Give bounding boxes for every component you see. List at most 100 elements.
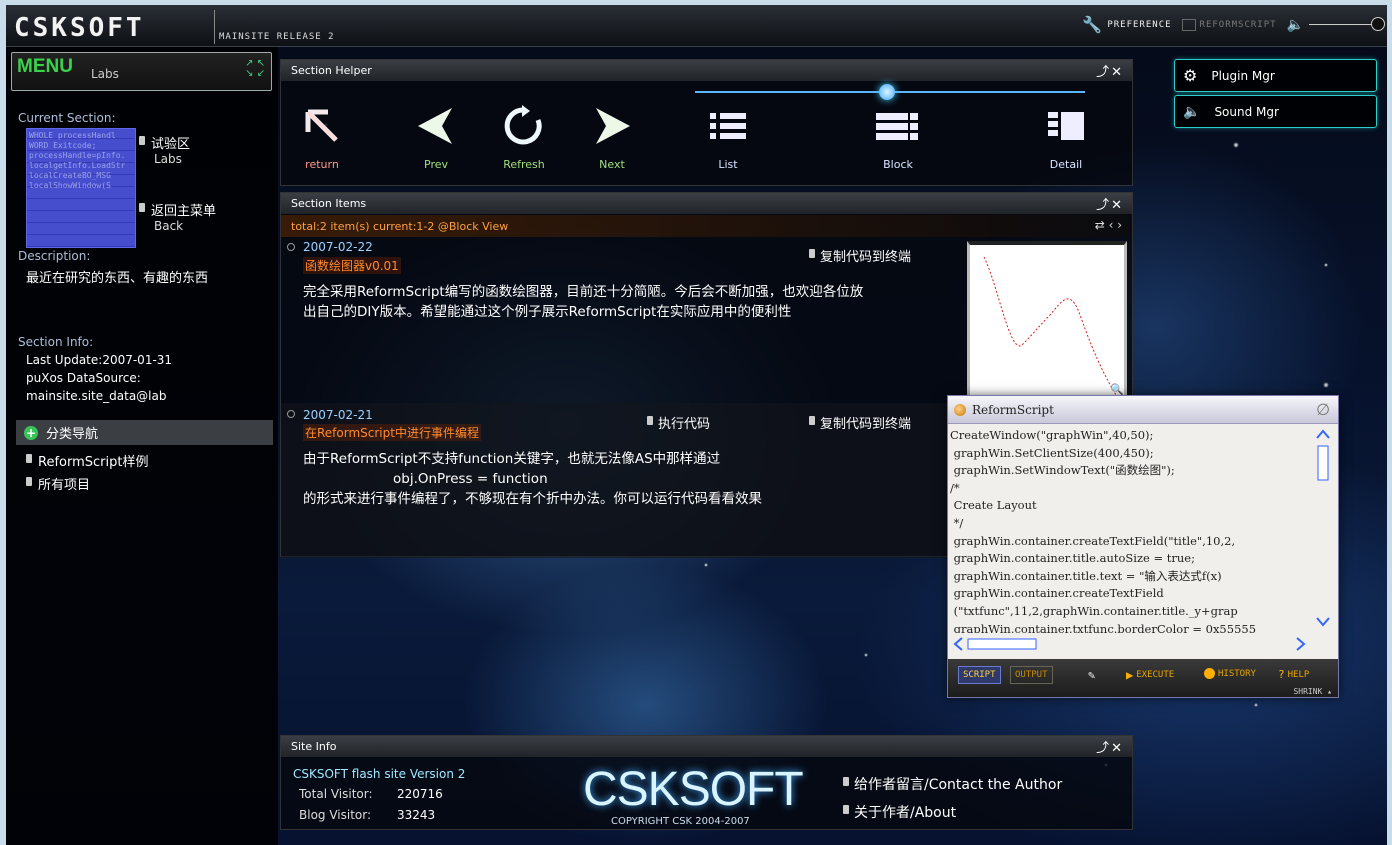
- preference-label: PREFERENCE: [1107, 19, 1172, 30]
- about-link[interactable]: 关于作者/About: [843, 802, 956, 822]
- next-label: Next: [599, 158, 625, 171]
- help-icon: ?: [1278, 668, 1285, 681]
- list-label: List: [718, 158, 738, 171]
- execute-label: EXECUTE: [1136, 670, 1175, 680]
- plugin-manager-label: Plugin Mgr: [1211, 68, 1275, 83]
- prev-label: Prev: [424, 158, 448, 171]
- bullet-icon: [647, 416, 653, 425]
- script-tab[interactable]: SCRIPT: [958, 666, 1001, 684]
- section-info-label: Section Info:: [18, 335, 94, 349]
- copy-code-label: 复制代码到终端: [820, 250, 912, 265]
- contact-link[interactable]: 给作者留言/Contact the Author: [843, 774, 1062, 794]
- bullet-icon: [139, 203, 145, 212]
- prev-button[interactable]: Prev: [401, 98, 471, 171]
- history-button[interactable]: HISTORY: [1204, 668, 1256, 679]
- reformscript-title: ReformScript: [972, 402, 1054, 417]
- item-description-line: 由于ReformScript不支持function关键字，也就无法像AS中那样通…: [303, 451, 721, 467]
- code-line: graphWin.container.title.autoSize = true…: [950, 551, 1195, 566]
- item-marker-icon: [287, 410, 295, 418]
- category-label: ReformScript样例: [38, 455, 149, 470]
- refresh-button[interactable]: Refresh: [489, 98, 559, 171]
- summary-bar: total:2 item(s) current:1-2 @Block View …: [281, 215, 1132, 237]
- volume-slider[interactable]: [1309, 17, 1385, 31]
- plugin-manager-button[interactable]: ⚙ Plugin Mgr: [1174, 59, 1377, 92]
- section-link[interactable]: 试验区: [139, 133, 190, 152]
- item-title-link[interactable]: 在ReformScript中进行事件编程: [303, 424, 481, 441]
- datasource-value: mainsite.site_data@lab: [26, 389, 167, 403]
- paging-icon[interactable]: ⇄ ‹ ›: [1095, 218, 1122, 232]
- code-line: /*: [950, 480, 960, 495]
- preference-button[interactable]: 🔧 PREFERENCE: [1082, 15, 1171, 34]
- expand-icon[interactable]: ↗ ↖ ↘ ↙: [245, 59, 265, 79]
- run-code-button[interactable]: 执行代码: [647, 413, 710, 432]
- volume-control[interactable]: 🔈: [1287, 17, 1385, 33]
- detail-label: Detail: [1049, 158, 1083, 171]
- left-panel: MENU Labs ↗ ↖ ↘ ↙ Current Section: WHOLE …: [6, 47, 278, 845]
- code-editor[interactable]: CreateWindow("graphWin",40,50); graphWin…: [950, 427, 1312, 633]
- back-link[interactable]: 返回主菜单: [139, 200, 216, 219]
- block-view-button[interactable]: Block: [863, 98, 933, 171]
- eraser-icon: ✎: [1088, 668, 1096, 682]
- output-tab[interactable]: OUTPUT: [1010, 666, 1053, 684]
- bullet-icon: [139, 136, 145, 145]
- menu-button[interactable]: MENU Labs ↗ ↖ ↘ ↙: [11, 52, 272, 91]
- total-visitor-count: 220716: [397, 787, 443, 801]
- copy-code-button[interactable]: 复制代码到终端: [809, 413, 911, 432]
- sound-manager-button[interactable]: 🔈 Sound Mgr: [1174, 95, 1377, 128]
- horizontal-scrollbar[interactable]: [952, 636, 1312, 652]
- detail-view-button[interactable]: Detail: [1031, 98, 1101, 171]
- reformscript-window[interactable]: ReformScript ∅ CreateWindow("graphWin",4…: [947, 395, 1339, 698]
- vertical-scrollbar[interactable]: [1316, 428, 1330, 628]
- close-icon[interactable]: ∅: [1316, 400, 1330, 419]
- item-title-link[interactable]: 函数绘图器v0.01: [303, 257, 401, 274]
- execute-button[interactable]: ▶ EXECUTE: [1126, 668, 1174, 682]
- item-date: 2007-02-21: [303, 408, 373, 422]
- return-button[interactable]: return: [287, 98, 357, 171]
- volume-knob[interactable]: [1371, 17, 1385, 31]
- terminal-icon: [1181, 18, 1196, 31]
- copy-code-button[interactable]: 复制代码到终端: [809, 246, 911, 265]
- description-text: 最近在研究的东西、有趣的东西: [26, 271, 209, 286]
- gear-icon: ⚙: [1183, 66, 1198, 85]
- eraser-button[interactable]: ✎: [1088, 668, 1095, 682]
- copy-code-label: 复制代码到终端: [820, 417, 912, 432]
- code-line: */: [950, 515, 964, 530]
- return-label: return: [305, 158, 339, 171]
- item-preview-image[interactable]: 🔍: [967, 241, 1127, 399]
- next-arrow-icon: [577, 98, 647, 154]
- bullet-icon: [843, 805, 849, 814]
- panel-controls[interactable]: ⤴✕: [1096, 737, 1124, 756]
- return-arrow-icon: [287, 98, 357, 154]
- code-line: graphWin.SetWindowText("函数绘图");: [950, 463, 1175, 478]
- item-description-line: 的形式来进行事件编程了，不够现在有个折中办法。你可以运行代码看看效果: [303, 491, 762, 507]
- item-description-line: 完全采用ReformScript编写的函数绘图器，目前还十分简陋。今后会不断加强…: [303, 284, 864, 300]
- site-logo: CSKSOFT: [14, 13, 145, 43]
- description-label: Description:: [18, 249, 91, 263]
- play-icon: ▶: [1126, 668, 1134, 682]
- category-nav-label: 分类导航: [46, 427, 99, 442]
- reformscript-button[interactable]: REFORMSCRIPT: [1181, 18, 1277, 31]
- panel-controls[interactable]: ⤴✕: [1096, 61, 1124, 80]
- section-items-title: Section Items: [281, 193, 1132, 214]
- bullet-icon: [809, 416, 815, 425]
- item-marker-icon: [287, 243, 295, 251]
- category-item[interactable]: 所有项目: [26, 474, 90, 493]
- panel-controls[interactable]: ⤴✕: [1096, 194, 1124, 213]
- list-view-button[interactable]: List: [693, 98, 763, 171]
- reformscript-titlebar[interactable]: ReformScript ∅: [948, 396, 1338, 424]
- top-nav: 🔧 PREFERENCE REFORMSCRIPT 🔈: [1082, 15, 1385, 34]
- help-button[interactable]: ? HELP: [1278, 668, 1309, 681]
- site-info-panel: Site Info ⤴✕ CSKSOFT flash site Version …: [280, 735, 1133, 830]
- category-item[interactable]: ReformScript样例: [26, 451, 148, 470]
- category-label: 所有项目: [38, 478, 91, 493]
- section-thumbnail: WHOLE processHandl WORD Exitcode; proces…: [26, 128, 136, 248]
- item-description-line: obj.OnPress = function: [393, 471, 548, 487]
- history-label: HISTORY: [1218, 668, 1256, 679]
- category-nav-header[interactable]: + 分类导航: [16, 420, 273, 445]
- history-icon: [1204, 668, 1215, 679]
- last-update: Last Update:2007-01-31: [26, 353, 173, 367]
- shrink-button[interactable]: SHRINK ▴: [1293, 687, 1332, 696]
- site-version: CSKSOFT flash site Version 2: [293, 767, 466, 781]
- release-label: MAINSITE RELEASE 2: [214, 10, 335, 44]
- next-button[interactable]: Next: [577, 98, 647, 171]
